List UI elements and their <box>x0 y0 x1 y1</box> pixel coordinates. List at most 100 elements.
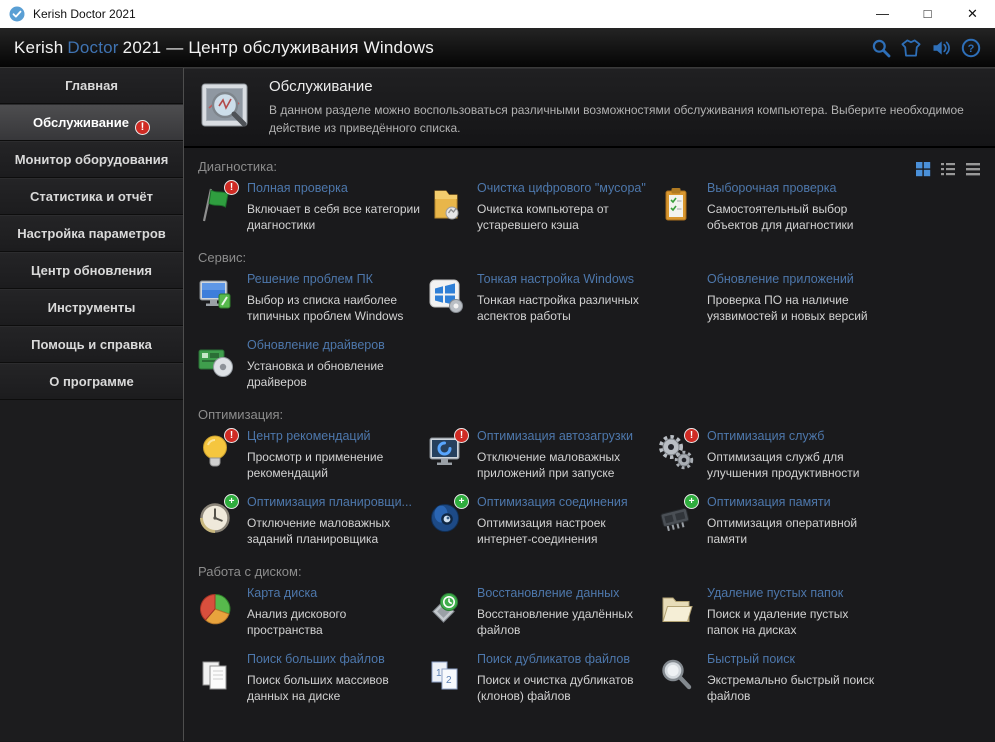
service-item-link[interactable]: Тонкая настройка Windows <box>477 272 652 288</box>
grid-view-button[interactable] <box>915 161 931 177</box>
sidebar-item-label: Главная <box>65 78 118 93</box>
service-item-description: Отключение маловажных заданий планировщи… <box>247 515 391 546</box>
service-item-link[interactable]: Центр рекомендаций <box>247 429 422 445</box>
clipboard-icon <box>656 184 696 224</box>
close-button[interactable]: ✕ <box>950 0 995 28</box>
ok-badge: + <box>224 494 239 509</box>
details-view-button[interactable] <box>965 161 981 177</box>
service-item[interactable]: ! Полная проверка Включает в себя все кате… <box>196 180 426 241</box>
skin-icon[interactable] <box>901 38 921 58</box>
sidebar-item[interactable]: Обслуживание! <box>0 104 183 141</box>
header-actions: ? <box>871 38 981 58</box>
sidebar-item[interactable]: Инструменты <box>0 289 183 326</box>
sidebar-item-label: Обслуживание <box>32 115 129 130</box>
content-area: Обслуживание В данном разделе можно восп… <box>184 68 995 741</box>
section-grid: Решение проблем ПК Выбор из списка наибол… <box>196 272 983 398</box>
service-item[interactable]: Тонкая настройка Windows Тонкая настройка… <box>426 272 656 332</box>
svg-text:?: ? <box>968 43 975 55</box>
service-item-description: Самостоятельный выбор объектов для диагн… <box>707 201 854 232</box>
sidebar-item[interactable]: Помощь и справка <box>0 326 183 363</box>
service-item[interactable]: Решение проблем ПК Выбор из списка наибол… <box>196 272 426 332</box>
none <box>656 275 696 315</box>
service-item-description: Оптимизация настроек интернет-соединения <box>477 515 606 546</box>
sidebar-item[interactable]: Главная <box>0 68 183 104</box>
service-item[interactable]: Очистка цифрового "мусора" Очистка компью… <box>426 181 656 241</box>
service-item-link[interactable]: Оптимизация автозагрузки <box>477 429 652 445</box>
service-item-description: Поиск и удаление пустых папок на дисках <box>707 606 849 637</box>
service-item-link[interactable]: Оптимизация служб <box>707 429 882 445</box>
page-title: Обслуживание <box>269 77 373 95</box>
service-item[interactable]: Обновление приложений Проверка ПО на нали… <box>656 272 886 332</box>
app-logo-icon <box>9 6 25 22</box>
service-item-description: Анализ дискового пространства <box>247 606 347 637</box>
help-icon[interactable]: ? <box>961 38 981 58</box>
service-item-link[interactable]: Поиск больших файлов <box>247 652 422 668</box>
service-item[interactable]: 1 2 Поиск дубликатов файлов Поиск и очистка… <box>426 652 656 712</box>
service-item-link[interactable]: Выборочная проверка <box>707 181 882 197</box>
service-item-text: Центр рекомендаций Просмотр и применение … <box>247 429 422 489</box>
sidebar-item[interactable]: Статистика и отчёт <box>0 178 183 215</box>
service-item[interactable]: Карта диска Анализ дискового пространства <box>196 586 426 646</box>
service-item[interactable]: Восстановление данных Восстановление удал… <box>426 586 656 646</box>
folder-icon <box>656 589 696 629</box>
app-header: Kerish Doctor 2021 — Центр обслуживания Wi… <box>0 28 995 68</box>
service-item-text: Оптимизация памяти Оптимизация оперативно… <box>707 495 882 555</box>
service-item-description: Оптимизация служб для улучшения продукти… <box>707 449 860 480</box>
list-view-button[interactable] <box>940 161 956 177</box>
service-item-link[interactable]: Оптимизация планировщи... <box>247 495 422 511</box>
monitor-repair-icon <box>196 275 236 315</box>
view-toggles <box>915 161 981 177</box>
alert-badge: ! <box>454 428 469 443</box>
sidebar-item[interactable]: О программе <box>0 363 183 400</box>
service-item-link[interactable]: Оптимизация памяти <box>707 495 882 511</box>
service-item-link[interactable]: Оптимизация соединения <box>477 495 652 511</box>
sound-icon[interactable] <box>931 38 951 58</box>
service-item[interactable]: Обновление драйверов Установка и обновлен… <box>196 338 426 398</box>
service-item[interactable]: + Оптимизация памяти Оптимизация оперативн… <box>656 494 886 555</box>
service-item-link[interactable]: Обновление приложений <box>707 272 882 288</box>
service-item-link[interactable]: Восстановление данных <box>477 586 652 602</box>
service-item-link[interactable]: Очистка цифрового "мусора" <box>477 181 652 197</box>
sidebar-item-label: Статистика и отчёт <box>29 189 153 204</box>
sidebar-item[interactable]: Монитор оборудования <box>0 141 183 178</box>
minimize-button[interactable]: — <box>860 0 905 28</box>
service-item-link[interactable]: Полная проверка <box>247 181 422 197</box>
service-item[interactable]: ! Оптимизация служб Оптимизация служб для … <box>656 428 886 489</box>
maximize-button[interactable]: □ <box>905 0 950 28</box>
section-grid: Карта диска Анализ дискового пространства… <box>196 586 983 712</box>
service-item[interactable]: Быстрый поиск Экстремально быстрый поиск … <box>656 652 886 712</box>
sidebar-item[interactable]: Центр обновления <box>0 252 183 289</box>
bulb-icon: ! <box>196 428 239 472</box>
folder-cleanup-icon <box>426 184 466 224</box>
service-item-text: Карта диска Анализ дискового пространства <box>247 586 422 646</box>
service-item-link[interactable]: Поиск дубликатов файлов <box>477 652 652 668</box>
service-item-link[interactable]: Карта диска <box>247 586 422 602</box>
service-item-text: Тонкая настройка Windows Тонкая настройка… <box>477 272 652 332</box>
service-item-link[interactable]: Обновление драйверов <box>247 338 422 354</box>
alert-badge: ! <box>684 428 699 443</box>
service-item-description: Поиск больших массивов данных на диске <box>247 672 389 703</box>
service-item-link[interactable]: Решение проблем ПК <box>247 272 422 288</box>
service-item[interactable]: Удаление пустых папок Поиск и удаление пу… <box>656 586 886 646</box>
service-item[interactable]: ! Центр рекомендаций Просмотр и применение… <box>196 428 426 489</box>
service-item-link[interactable]: Удаление пустых папок <box>707 586 882 602</box>
service-item-description: Экстремально быстрый поиск файлов <box>707 672 875 703</box>
sidebar-item-label: Настройка параметров <box>17 226 166 241</box>
service-item-text: Оптимизация планировщи... Отключение мало… <box>247 495 422 555</box>
alert-badge: ! <box>224 180 239 195</box>
service-item-link[interactable]: Быстрый поиск <box>707 652 882 668</box>
service-item-text: Оптимизация служб Оптимизация служб для у… <box>707 429 882 489</box>
service-item-text: Поиск больших файлов Поиск больших массив… <box>247 652 422 712</box>
service-item[interactable]: + Оптимизация планировщи... Отключение мал… <box>196 494 426 555</box>
restore-icon <box>426 589 466 629</box>
app-title: Kerish Doctor 2021 — Центр обслуживания Wi… <box>14 38 438 58</box>
service-item-description: Просмотр и применение рекомендаций <box>247 449 384 480</box>
service-item-text: Оптимизация автозагрузки Отключение малов… <box>477 429 652 489</box>
ok-badge: + <box>454 494 469 509</box>
search-icon[interactable] <box>871 38 891 58</box>
sidebar-item[interactable]: Настройка параметров <box>0 215 183 252</box>
service-item[interactable]: + Оптимизация соединения Оптимизация настр… <box>426 494 656 555</box>
service-item[interactable]: Поиск больших файлов Поиск больших массив… <box>196 652 426 712</box>
service-item[interactable]: ! Оптимизация автозагрузки Отключение мало… <box>426 428 656 489</box>
service-item[interactable]: Выборочная проверка Самостоятельный выбор… <box>656 181 886 241</box>
